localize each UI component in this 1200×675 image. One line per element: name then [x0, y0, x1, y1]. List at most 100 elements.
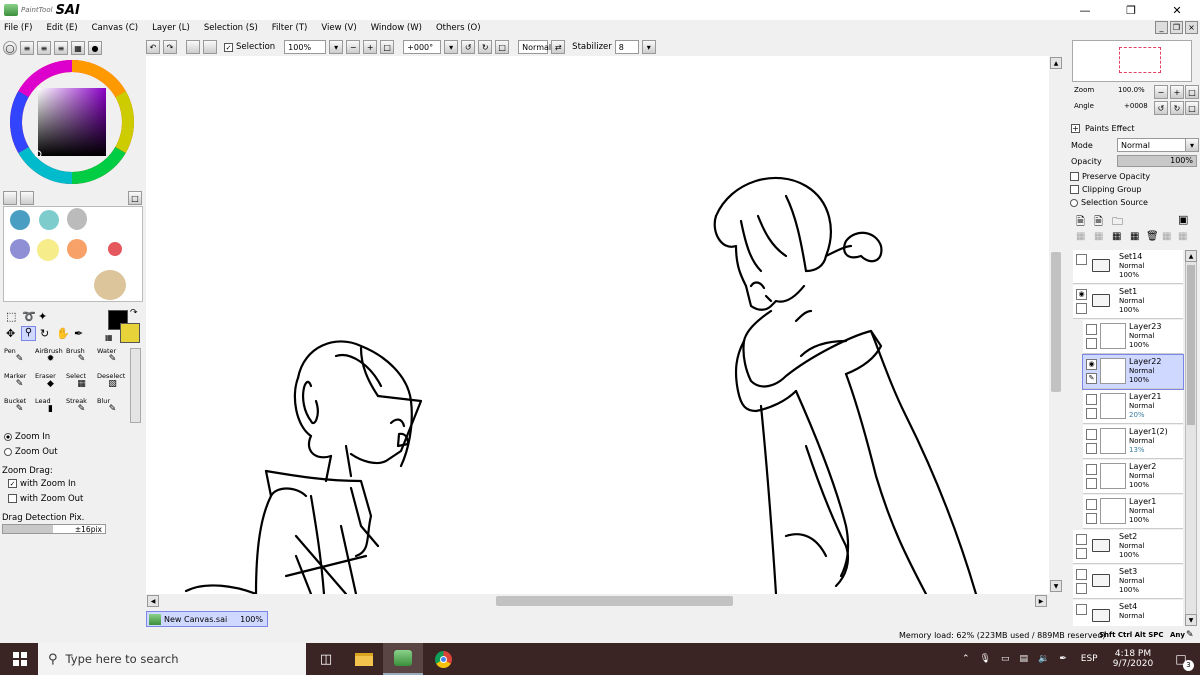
- swatch-tab-icon[interactable]: ▦: [71, 41, 85, 55]
- zoom-in-icon[interactable]: +: [363, 40, 378, 54]
- color-swatch[interactable]: [10, 239, 30, 259]
- zoom-in-option[interactable]: Zoom In: [4, 432, 50, 442]
- network-icon[interactable]: ▤: [1020, 654, 1029, 664]
- layer-menu-icon[interactable]: ▣: [1178, 213, 1188, 226]
- nav-zoom-out-icon[interactable]: −: [1154, 85, 1168, 99]
- lock-toggle[interactable]: [1086, 443, 1097, 454]
- transfer-down-icon[interactable]: ▦: [1076, 231, 1085, 242]
- notification-center[interactable]: □ 3: [1166, 643, 1196, 675]
- apply-mask-icon[interactable]: ▦: [1130, 231, 1139, 242]
- menu-edit[interactable]: Edit (E): [46, 23, 77, 33]
- visibility-toggle[interactable]: [1076, 534, 1087, 545]
- windows-start-icon[interactable]: [0, 643, 40, 675]
- angle-select[interactable]: +000°: [403, 40, 442, 54]
- layer-item[interactable]: Set2 Normal 100%: [1073, 530, 1183, 564]
- tool-pen[interactable]: Pen ✎: [4, 348, 35, 373]
- vertical-scrollbar[interactable]: ▲ ▼: [1049, 56, 1063, 594]
- tool-eraser[interactable]: Eraser ◆: [35, 373, 66, 398]
- nav-rotate-reset-icon[interactable]: □: [1185, 101, 1199, 115]
- clipping-group-option[interactable]: Clipping Group: [1070, 185, 1141, 194]
- layer-item[interactable]: Layer1(2) Normal 13%: [1083, 425, 1183, 459]
- merge-down-icon[interactable]: ▦: [1094, 231, 1103, 242]
- scratchpad-tab-icon[interactable]: ●: [88, 41, 102, 55]
- visibility-toggle[interactable]: [1076, 569, 1087, 580]
- blend-mode-select[interactable]: Normal: [518, 40, 551, 54]
- navigator-preview[interactable]: [1072, 40, 1192, 82]
- dropdown-icon[interactable]: ▾: [1185, 138, 1199, 152]
- chevron-up-icon[interactable]: ⌃: [962, 654, 970, 664]
- drag-detection-slider[interactable]: ±16pix: [2, 524, 106, 534]
- layer-item[interactable]: Layer23 Normal 100%: [1083, 320, 1183, 354]
- lock-toggle[interactable]: [1086, 513, 1097, 524]
- merge-layer-icon[interactable]: ▦: [1162, 231, 1171, 242]
- tool-select[interactable]: Select ▦: [66, 373, 97, 398]
- opacity-slider[interactable]: 100%: [1117, 155, 1197, 167]
- scroll-up-icon[interactable]: ▲: [1050, 57, 1062, 69]
- color-swatch[interactable]: [94, 270, 126, 300]
- menu-view[interactable]: View (V): [321, 23, 356, 33]
- mdi-minimize-icon[interactable]: _: [1155, 21, 1168, 34]
- tool-water[interactable]: Water ✎: [97, 348, 128, 373]
- layer-list-scrollbar[interactable]: ▲ ▼: [1185, 250, 1197, 626]
- new-linework-layer-icon[interactable]: 🗎: [1094, 213, 1103, 232]
- eye-icon[interactable]: ◉: [1086, 359, 1097, 370]
- color-wheel-tab-icon[interactable]: ◯: [3, 41, 17, 55]
- nav-rotate-right-icon[interactable]: ↻: [1170, 101, 1184, 115]
- layer-item[interactable]: Layer21 Normal 20%: [1083, 390, 1183, 424]
- swatch-prev-icon[interactable]: [3, 191, 17, 205]
- minimize-icon[interactable]: —: [1062, 0, 1108, 20]
- rotate-left-icon[interactable]: ↺: [461, 40, 476, 54]
- color-wheel[interactable]: [8, 58, 136, 186]
- pen-lock-icon[interactable]: ✎: [1086, 373, 1097, 384]
- zoom-out-icon[interactable]: −: [346, 40, 361, 54]
- background-color[interactable]: [120, 323, 140, 343]
- rotate-right-icon[interactable]: ↻: [478, 40, 493, 54]
- eyedropper-icon[interactable]: ✒: [74, 327, 83, 340]
- scroll-up-icon[interactable]: ▲: [1185, 250, 1197, 262]
- lock-toggle[interactable]: [1076, 303, 1087, 314]
- scroll-down-icon[interactable]: ▼: [1185, 614, 1197, 626]
- chrome-icon[interactable]: [423, 643, 463, 675]
- layer-item-selected[interactable]: ◉ ✎ Layer22 Normal 100%: [1082, 354, 1184, 390]
- tool-blur[interactable]: Blur ✎: [97, 398, 128, 423]
- redo-icon[interactable]: ↷: [163, 40, 177, 54]
- swatch-next-icon[interactable]: [20, 191, 34, 205]
- move-icon[interactable]: ✥: [6, 327, 15, 340]
- menu-others[interactable]: Others (O): [436, 23, 481, 33]
- layer-item[interactable]: ◉ Set1 Normal 100%: [1073, 285, 1183, 319]
- merge-visible-icon[interactable]: ▦: [1178, 231, 1187, 242]
- lock-toggle[interactable]: [1076, 548, 1087, 559]
- visibility-toggle[interactable]: [1076, 604, 1087, 615]
- lock-toggle[interactable]: [1086, 478, 1097, 489]
- tool-marker[interactable]: Marker ✎: [4, 373, 35, 398]
- delete-layer-icon[interactable]: 🗑: [1146, 231, 1159, 242]
- tool-lead[interactable]: Lead ▮: [35, 398, 66, 423]
- nav-zoom-reset-icon[interactable]: □: [1185, 85, 1199, 99]
- magic-wand-icon[interactable]: ✦: [38, 310, 47, 323]
- taskbar-search[interactable]: ⚲ Type here to search: [38, 643, 306, 675]
- selection-source-option[interactable]: Selection Source: [1070, 198, 1148, 207]
- rgb-slider-tab-icon[interactable]: ≡: [20, 41, 34, 55]
- swap-colors-icon[interactable]: ↷: [130, 308, 138, 318]
- dropdown-icon[interactable]: ▾: [329, 40, 344, 54]
- zoom-tool-icon[interactable]: ⚲: [21, 326, 36, 341]
- task-view-icon[interactable]: ◫: [306, 643, 346, 675]
- canvas-tab[interactable]: New Canvas.sai 100%: [146, 611, 268, 627]
- color-mix-tab-icon[interactable]: ≡: [54, 41, 68, 55]
- color-swatch[interactable]: [67, 208, 87, 230]
- pen-workspace-icon[interactable]: ✒: [1059, 654, 1067, 664]
- dropdown-icon[interactable]: ▾: [641, 40, 656, 54]
- zoom-select[interactable]: 100%: [284, 40, 327, 54]
- drawing-canvas[interactable]: [146, 56, 1049, 594]
- mdi-close-icon[interactable]: ×: [1185, 21, 1198, 34]
- transparent-color-icon[interactable]: ▦: [105, 333, 113, 342]
- layer-item[interactable]: Set4 Normal: [1073, 600, 1183, 626]
- visibility-toggle[interactable]: [1076, 254, 1087, 265]
- zoom-reset-icon[interactable]: □: [380, 40, 395, 54]
- menu-window[interactable]: Window (W): [371, 23, 422, 33]
- mode-select[interactable]: Normal: [1117, 138, 1187, 152]
- visibility-toggle[interactable]: [1086, 394, 1097, 405]
- selection-toggle[interactable]: ✓ Selection: [224, 42, 275, 52]
- battery-icon[interactable]: ▭: [1001, 654, 1010, 664]
- rotate-tool-icon[interactable]: ↻: [40, 327, 49, 340]
